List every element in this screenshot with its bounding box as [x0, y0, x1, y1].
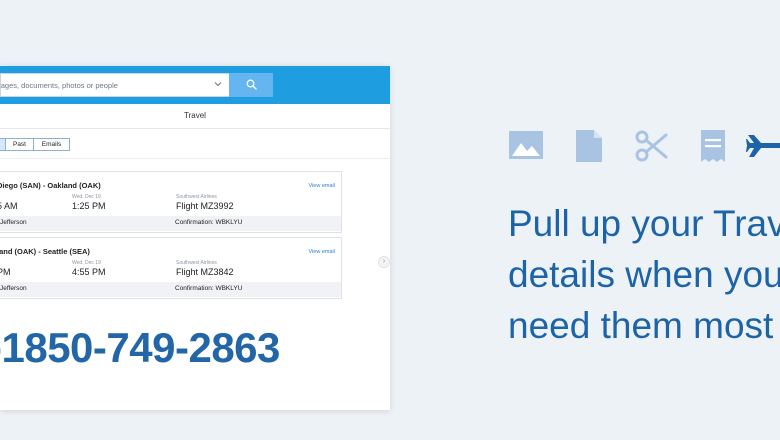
departure-time: PM — [0, 267, 11, 277]
trip-card: Diego (SAN) - Oakland (OAK) View email 5… — [0, 171, 342, 233]
confirmation-code: Confirmation: WBKLYU — [175, 285, 243, 292]
airline-name: Southwest Airlines — [176, 194, 217, 200]
search-bar — [0, 66, 390, 104]
headline-line: Pull up your Trav — [508, 203, 780, 244]
search-input[interactable] — [1, 74, 206, 96]
travel-panel: Travel Past Emails Diego (SAN) - Oakland… — [0, 66, 390, 410]
trip-card: land (OAK) - Seattle (SEA) View email PM… — [0, 237, 342, 299]
departure-time: 5 AM — [0, 201, 18, 211]
trip-footer: Jefferson Confirmation: WBKLYU — [0, 282, 341, 297]
arrival-time: 4:55 PM — [72, 267, 106, 277]
arrival-date: Wed, Dec 19 — [72, 194, 101, 200]
passenger-name: Jefferson — [0, 219, 27, 226]
headline: Pull up your Trav details when you need … — [508, 198, 780, 351]
search-button[interactable] — [229, 73, 273, 97]
airplane-icon — [746, 135, 780, 157]
view-email-link[interactable]: View email — [309, 183, 336, 189]
confirmation-code: Confirmation: WBKLYU — [175, 219, 243, 226]
scissors-icon — [635, 130, 668, 162]
next-page-button[interactable]: › — [378, 256, 390, 268]
page-title: Travel — [0, 104, 390, 129]
phone-number: -1850-749-2863 — [0, 324, 280, 371]
divider — [0, 158, 390, 159]
image-icon — [509, 131, 543, 159]
trip-route: Diego (SAN) - Oakland (OAK) — [0, 181, 101, 190]
view-email-link[interactable]: View email — [309, 249, 336, 255]
search-icon — [246, 79, 257, 90]
chevron-down-icon[interactable] — [213, 79, 223, 89]
arrival-time: 1:25 PM — [72, 201, 106, 211]
tab-bar: Past Emails — [0, 138, 70, 151]
trip-route: land (OAK) - Seattle (SEA) — [0, 247, 90, 256]
arrival-date: Wed, Dec 19 — [72, 260, 101, 266]
flight-number: Flight MZ3992 — [176, 201, 234, 211]
headline-line: details when you — [508, 254, 780, 295]
document-icon — [576, 130, 602, 162]
tab-emails[interactable]: Emails — [33, 138, 70, 151]
passenger-name: Jefferson — [0, 285, 27, 292]
airline-name: Southwest Airlines — [176, 260, 217, 266]
headline-line: need them most — [508, 305, 774, 346]
receipt-icon — [701, 130, 725, 162]
tab-past[interactable]: Past — [5, 138, 34, 151]
search-box[interactable] — [0, 73, 229, 97]
flight-number: Flight MZ3842 — [176, 267, 234, 277]
feature-icons — [508, 129, 780, 165]
trip-footer: Jefferson Confirmation: WBKLYU — [0, 216, 341, 231]
